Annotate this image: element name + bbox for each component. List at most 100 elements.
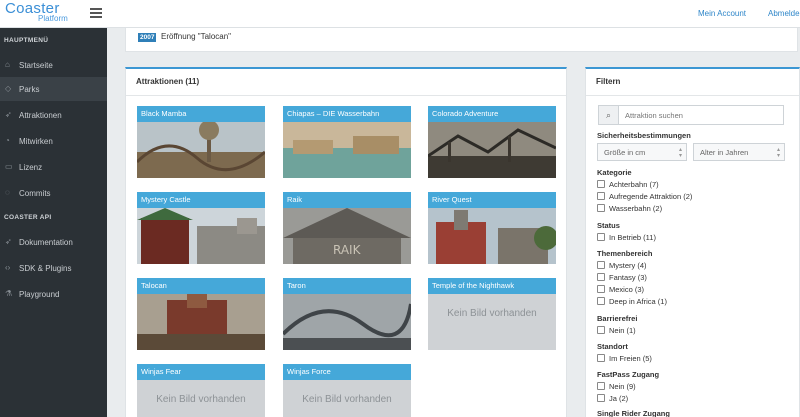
- menu-toggle-icon[interactable]: [90, 8, 102, 18]
- search-field[interactable]: ⌕: [598, 105, 784, 125]
- attraction-name: Temple of the Nighthawk: [428, 278, 556, 294]
- checkbox[interactable]: [597, 285, 605, 293]
- attraction-card[interactable]: Winjas Fear Kein Bild vorhanden: [137, 364, 265, 417]
- sidebar-item-lizenz[interactable]: ▭ Lizenz: [0, 155, 107, 179]
- attraction-photo: RAIK: [283, 208, 411, 264]
- sidebar-item-parks[interactable]: ◇ Parks: [0, 77, 107, 101]
- checkbox-label: Nein (9): [609, 382, 636, 391]
- checkbox-fastpass-nein[interactable]: Nein (9): [597, 382, 636, 392]
- checkbox-label: Wasserbahn (2): [609, 204, 663, 213]
- sort-caret-icon: ▴ ▾: [776, 147, 780, 159]
- checkbox-label: Deep in Africa (1): [609, 297, 667, 306]
- flask-icon: ⚗: [5, 289, 13, 298]
- attraction-photo: [427, 122, 557, 178]
- checkbox-label: Aufregende Attraktion (2): [609, 192, 693, 201]
- attraction-name: Colorado Adventure: [428, 106, 556, 122]
- attraction-card[interactable]: Chiapas – DIE Wasserbahn: [283, 106, 411, 178]
- checkbox-label: Mystery (4): [609, 261, 647, 270]
- attraction-name: Raik: [283, 192, 411, 208]
- checkbox[interactable]: [597, 261, 605, 269]
- divider: [126, 95, 566, 96]
- no-image-placeholder: Kein Bild vorhanden: [283, 380, 411, 417]
- chat-icon: ▭: [5, 162, 13, 171]
- divider: [586, 95, 799, 96]
- no-image-text: Kein Bild vorhanden: [156, 394, 246, 405]
- attraction-card[interactable]: Raik RAIK: [283, 192, 411, 264]
- checkbox-im-freien[interactable]: Im Freien (5): [597, 354, 652, 364]
- search-icon[interactable]: ⌕: [599, 106, 619, 124]
- checkbox-aufregende-attraktion[interactable]: Aufregende Attraktion (2): [597, 192, 692, 202]
- sidebar-item-playground[interactable]: ⚗ Playground: [0, 282, 107, 306]
- rocket-icon: ➶: [5, 237, 12, 246]
- year-badge: 2007: [138, 33, 157, 42]
- checkbox[interactable]: [597, 326, 605, 334]
- news-text: Eröffnung "Talocan": [161, 32, 232, 41]
- attraction-name: Talocan: [137, 278, 265, 294]
- checkbox-fantasy[interactable]: Fantasy (3): [597, 273, 647, 283]
- checkbox-in-betrieb[interactable]: In Betrieb (11): [597, 233, 656, 243]
- checkbox[interactable]: [597, 297, 605, 305]
- checkbox-wasserbahn[interactable]: Wasserbahn (2): [597, 204, 662, 214]
- fastpass-heading: FastPass Zugang: [597, 370, 660, 379]
- attraction-card[interactable]: Talocan: [137, 278, 265, 350]
- sidebar-item-label: Dokumentation: [19, 238, 73, 247]
- checkbox[interactable]: [597, 180, 605, 188]
- logo[interactable]: Coaster Platform: [5, 1, 68, 23]
- checkbox-achterbahn[interactable]: Achterbahn (7): [597, 180, 659, 190]
- attraction-photo: [283, 122, 411, 178]
- my-account-link[interactable]: Mein Account: [698, 9, 746, 18]
- age-select-value: Alter in Jahren: [700, 148, 749, 157]
- checkbox-label: Fantasy (3): [609, 273, 647, 282]
- attraction-card[interactable]: Taron: [281, 278, 413, 350]
- logout-link[interactable]: Abmelde: [768, 9, 800, 18]
- sidebar-item-label: Lizenz: [19, 163, 43, 172]
- sidebar-item-commits[interactable]: ◌ Commits: [0, 181, 107, 205]
- svg-text:RAIK: RAIK: [333, 243, 362, 257]
- checkbox-fastpass-ja[interactable]: Ja (2): [597, 394, 628, 404]
- age-select[interactable]: Alter in Jahren ▴ ▾: [693, 143, 785, 161]
- checkbox-deep-in-africa[interactable]: Deep in Africa (1): [597, 297, 667, 307]
- checkbox-mexico[interactable]: Mexico (3): [597, 285, 644, 295]
- sidebar-item-label: Attraktionen: [19, 111, 62, 120]
- safety-heading: Sicherheitsbestimmungen: [597, 131, 691, 140]
- attraction-card[interactable]: Temple of the Nighthawk Kein Bild vorhan…: [428, 278, 556, 350]
- attraction-photo: [281, 294, 413, 350]
- code-icon: ‹›: [5, 263, 11, 272]
- sidebar-item-mitwirken[interactable]: ◔ Mitwirken: [0, 129, 107, 153]
- theme-heading: Themenbereich: [597, 249, 653, 258]
- attraction-card[interactable]: Black Mamba: [135, 106, 266, 178]
- attraction-card[interactable]: Winjas Force Kein Bild vorhanden: [283, 364, 411, 417]
- attraction-name: Chiapas – DIE Wasserbahn: [283, 106, 411, 122]
- sidebar-item-attraktionen[interactable]: ➶ Attraktionen: [0, 103, 107, 127]
- attractions-title: Attraktionen (11): [136, 77, 200, 86]
- attraction-card[interactable]: Mystery Castle: [137, 192, 265, 264]
- checkbox[interactable]: [597, 354, 605, 362]
- sidebar-item-label: SDK & Plugins: [19, 264, 72, 273]
- sidebar-item-sdk-plugins[interactable]: ‹› SDK & Plugins: [0, 256, 107, 280]
- sidebar-item-dokumentation[interactable]: ➶ Dokumentation: [0, 230, 107, 254]
- attraction-card[interactable]: River Quest: [428, 192, 558, 264]
- sidebar-item-startseite[interactable]: ⌂ Startseite: [0, 53, 107, 77]
- checkbox[interactable]: [597, 192, 605, 200]
- checkbox[interactable]: [597, 204, 605, 212]
- filter-title: Filtern: [596, 77, 621, 86]
- logo-sub: Platform: [38, 14, 68, 23]
- checkbox[interactable]: [597, 233, 605, 241]
- attraction-name: Winjas Fear: [137, 364, 265, 380]
- attraction-card[interactable]: Colorado Adventure: [427, 106, 557, 178]
- checkbox[interactable]: [597, 273, 605, 281]
- news-item: 2007 Eröffnung "Talocan": [125, 28, 798, 52]
- checkbox[interactable]: [597, 394, 605, 402]
- attraction-name: River Quest: [428, 192, 556, 208]
- size-select[interactable]: Größe in cm ▴ ▾: [597, 143, 687, 161]
- single-rider-heading: Single Rider Zugang: [597, 409, 670, 417]
- commit-icon: ◌: [5, 188, 10, 197]
- checkbox-barrier-nein[interactable]: Nein (1): [597, 326, 636, 336]
- checkbox[interactable]: [597, 382, 605, 390]
- checkbox-mystery[interactable]: Mystery (4): [597, 261, 647, 271]
- attraction-name: Black Mamba: [137, 106, 265, 122]
- category-heading: Kategorie: [597, 168, 632, 177]
- search-input[interactable]: [625, 109, 780, 121]
- palette-icon: ◔: [5, 136, 10, 145]
- no-image-placeholder: Kein Bild vorhanden: [137, 380, 265, 417]
